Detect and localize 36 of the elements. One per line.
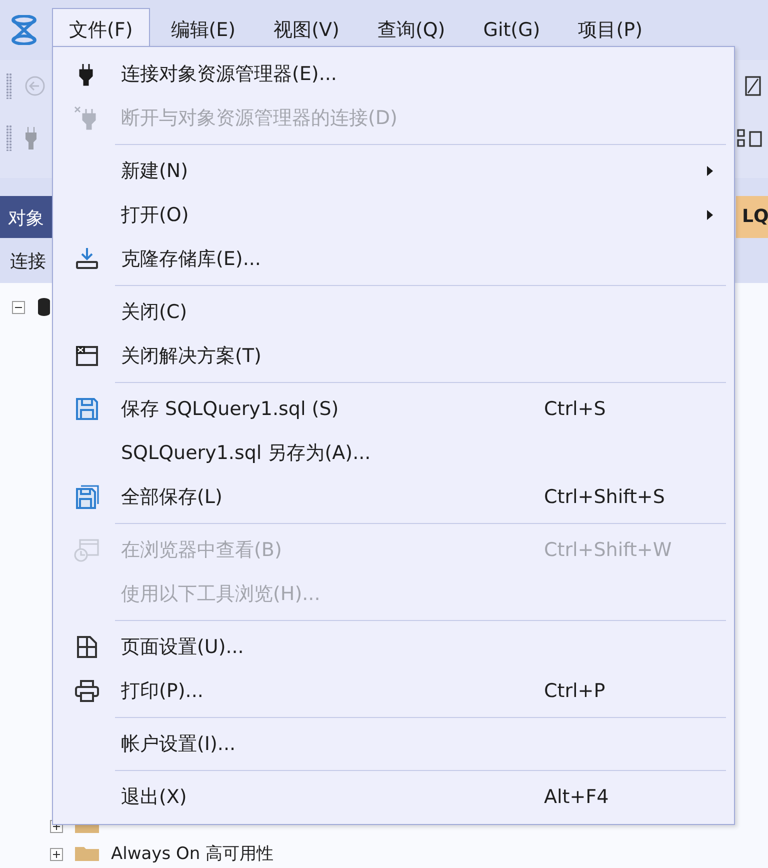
- menu-item[interactable]: 新建(N): [53, 149, 734, 193]
- toolbar-tool-icon[interactable]: [736, 126, 762, 150]
- close-window-icon: [74, 343, 100, 369]
- menu-item[interactable]: 帐户设置(I)...: [53, 722, 734, 766]
- collapse-icon[interactable]: [12, 300, 25, 314]
- connect-button[interactable]: 连接: [10, 248, 46, 272]
- toolbar-grip-icon: [6, 73, 12, 99]
- toolbar-grip-icon: [6, 125, 12, 151]
- menu-item[interactable]: 页面设置(U)...: [53, 625, 734, 669]
- menu-item: 在浏览器中查看(B) Ctrl+Shift+W: [53, 528, 734, 572]
- menu-item: 使用以下工具浏览(H)...: [120, 582, 322, 607]
- menu-item: 断开与对象资源管理器的连接(D): [53, 96, 734, 140]
- menu-item[interactable]: Git(G): [466, 10, 558, 50]
- save-all-icon: [74, 484, 100, 510]
- menu-item[interactable]: 连接对象资源管理器(E)...: [53, 52, 734, 96]
- tree-item[interactable]: Always On 高可用性: [111, 843, 274, 865]
- editor-tab[interactable]: LQ: [736, 196, 768, 238]
- menu-item[interactable]: 打印(P)... Ctrl+P: [53, 669, 734, 713]
- expand-icon[interactable]: [50, 848, 63, 860]
- menu-item[interactable]: 保存 SQLQuery1.sql (S) Ctrl+S: [53, 387, 734, 431]
- menu-item[interactable]: 关闭(C): [53, 290, 734, 334]
- printer-icon: [74, 678, 100, 704]
- app-logo-icon: [10, 15, 38, 45]
- folder-icon: [75, 847, 99, 861]
- menu-item[interactable]: 退出(X) Alt+F4: [53, 775, 734, 819]
- menu-item[interactable]: 打开(O): [53, 193, 734, 237]
- document-icon[interactable]: [744, 75, 762, 97]
- menu-item[interactable]: 克隆存储库(E)...: [53, 237, 734, 281]
- menu-item[interactable]: 关闭解决方案(T): [53, 334, 734, 378]
- save-icon: [74, 396, 100, 422]
- page-layout-icon: [74, 634, 100, 660]
- browser-icon: [74, 537, 100, 563]
- download-icon: [74, 246, 100, 272]
- menu-item[interactable]: 全部保存(L) Ctrl+Shift+S: [53, 475, 734, 519]
- database-icon: [37, 297, 51, 317]
- menu-item[interactable]: SQLQuery1.sql 另存为(A)...: [53, 431, 734, 475]
